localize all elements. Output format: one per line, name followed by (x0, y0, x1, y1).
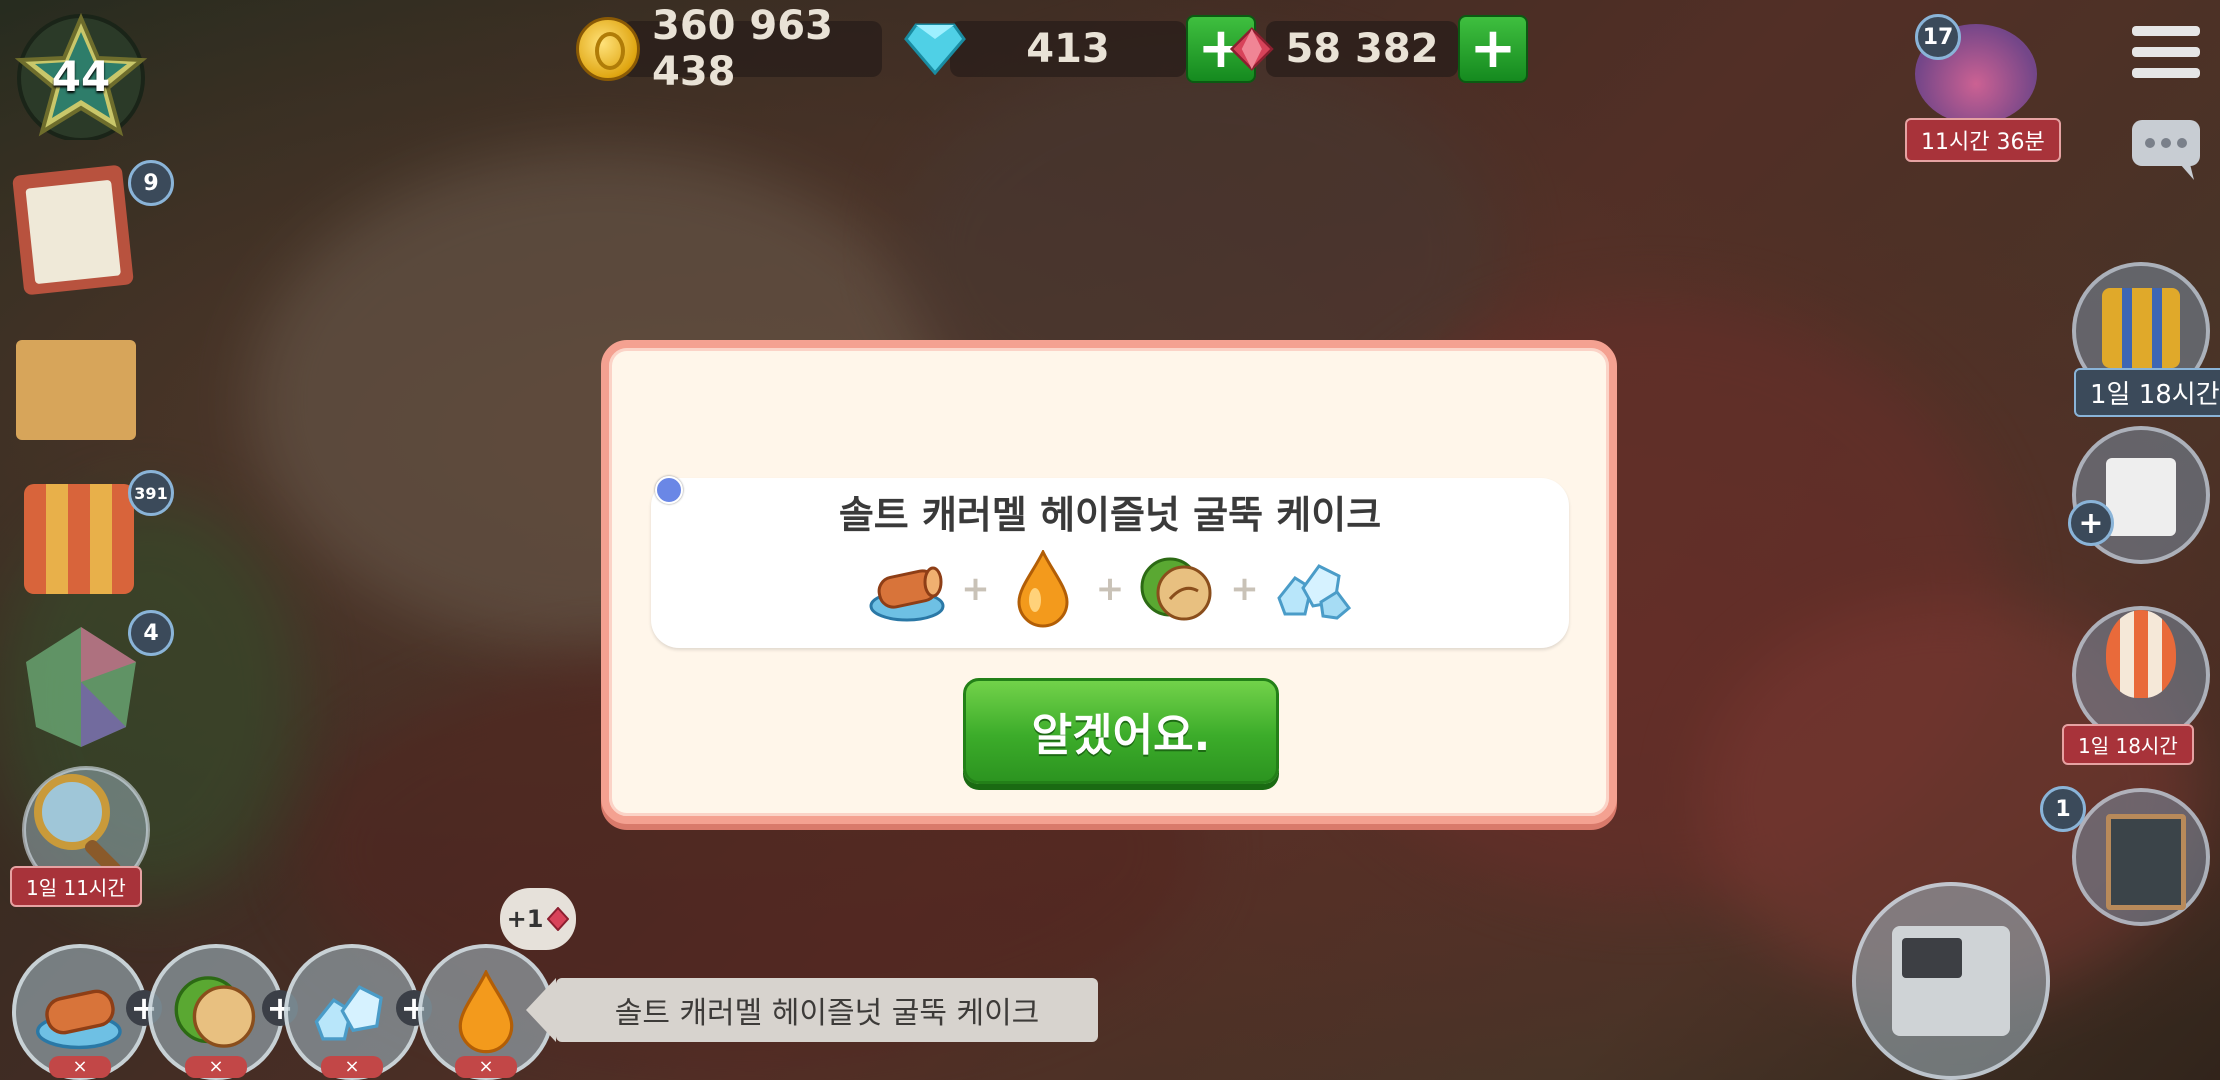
diamond-value: 413 (1026, 26, 1110, 72)
diamond-counter[interactable]: 413 + (904, 15, 1256, 83)
remove-slot-icon[interactable]: × (185, 1056, 247, 1078)
cash-register-button[interactable] (1852, 882, 2050, 1080)
level-star[interactable]: 44 (12, 10, 150, 142)
ruby-icon (1230, 27, 1274, 71)
gifts-badge: 391 (128, 470, 174, 516)
gift-box-icon (24, 484, 134, 594)
chimney-cake-icon (869, 550, 947, 628)
search-button[interactable]: 1일 11시간 (10, 760, 170, 910)
cafe-badge: 1 (2040, 786, 2086, 832)
clipboard-check-icon (2106, 458, 2176, 536)
gems-badge: 4 (128, 610, 174, 656)
remove-slot-icon[interactable]: × (321, 1056, 383, 1078)
tasks-badge: 9 (128, 160, 174, 206)
event-count-badge: 17 (1915, 14, 1961, 60)
hazelnut-icon (1138, 550, 1216, 628)
bonus-text: +1 (506, 905, 544, 933)
hamburger-menu-icon (2132, 26, 2200, 78)
gifts-button[interactable]: 391 (10, 470, 174, 600)
hazelnut-icon (174, 976, 256, 1048)
ingredient-plus: + (1095, 569, 1125, 609)
info-dot-icon (655, 476, 683, 504)
event-timer: 11시간 36분 (1905, 118, 2061, 162)
confirm-button[interactable]: 알겠어요. (963, 678, 1279, 784)
buy-rubies-button[interactable]: + (1458, 15, 1528, 83)
ingredient-list: + + + (651, 550, 1569, 628)
remove-slot-icon[interactable]: × (455, 1056, 517, 1078)
tasks-button[interactable]: 9 (10, 160, 174, 300)
ruby-icon (547, 907, 570, 931)
chat-bubble-icon (2132, 120, 2200, 180)
shop-box-button[interactable] (10, 320, 150, 440)
diamond-icon (904, 23, 966, 75)
daily-gift-timer: 1일 18시간 (2074, 368, 2220, 417)
menu-button[interactable] (2132, 24, 2200, 80)
ingredient-plus: + (961, 569, 990, 609)
chimney-cake-icon (36, 989, 122, 1050)
coffee-board-icon (2106, 814, 2186, 910)
clipboard-icon (12, 164, 134, 296)
recipe-title: 솔트 캐러멜 헤이즐넛 굴뚝 케이크 (838, 493, 1382, 537)
orders-button[interactable]: + (2068, 426, 2210, 564)
level-number: 44 (51, 52, 111, 101)
chat-button[interactable] (2132, 120, 2200, 182)
search-timer: 1일 11시간 (10, 866, 142, 907)
coin-value: 360 963 438 (652, 3, 833, 95)
salt-crystals-icon (1273, 550, 1351, 628)
ruby-counter[interactable]: 58 382 + (1230, 15, 1528, 83)
recipe-card: 솔트 캐러멜 헤이즐넛 굴뚝 케이크 + + + (651, 478, 1569, 648)
ruby-value: 58 382 (1285, 26, 1439, 72)
crystal-icon (26, 627, 136, 747)
coin-icon (576, 17, 640, 81)
recipe-dialog: 솔트 캐러멜 헤이즐넛 굴뚝 케이크 + + + 알겠어요. (601, 340, 1617, 824)
caramel-drop-icon (1004, 550, 1082, 628)
event-button[interactable]: 17 11시간 36분 (1905, 14, 2061, 162)
coin-counter[interactable]: 360 963 438 (576, 3, 882, 95)
add-order-icon: + (2068, 500, 2114, 546)
ingredient-plus: + (1230, 569, 1259, 609)
gems-button[interactable]: 4 (10, 610, 174, 750)
salt-crystals-icon (314, 985, 383, 1041)
cash-register-icon (1892, 926, 2010, 1036)
bonus-bubble: +1 (500, 888, 576, 950)
order-name-label: 솔트 캐러멜 헤이즐넛 굴뚝 케이크 (526, 978, 1098, 1042)
cafe-board-button[interactable] (2072, 788, 2210, 926)
caramel-drop-icon (458, 970, 514, 1054)
remove-slot-icon[interactable]: × (49, 1056, 111, 1078)
box-icon (16, 340, 136, 440)
gift-icon (2102, 288, 2180, 368)
hot-air-balloon-icon (2106, 610, 2176, 698)
balloon-timer: 1일 18시간 (2062, 724, 2194, 765)
